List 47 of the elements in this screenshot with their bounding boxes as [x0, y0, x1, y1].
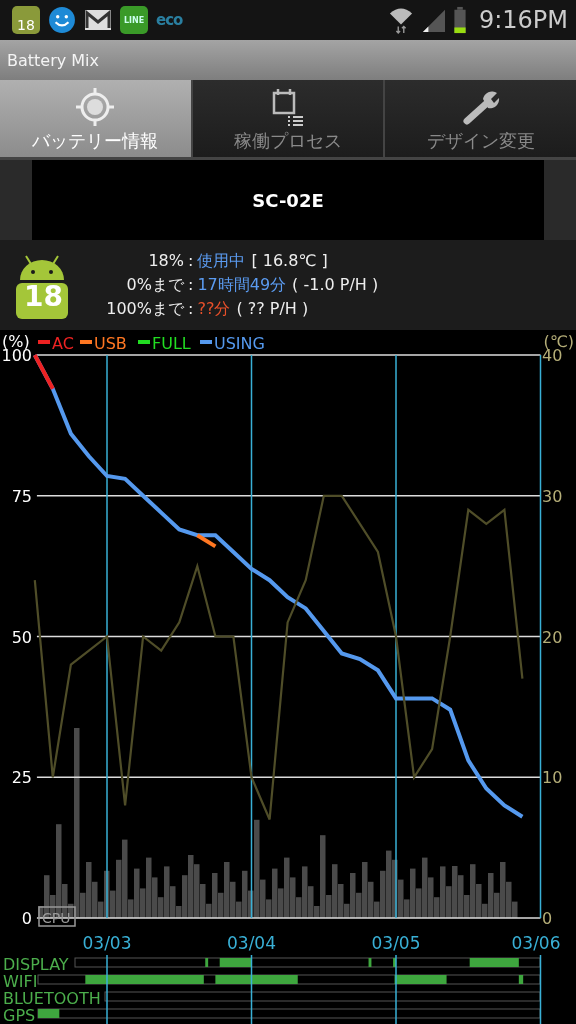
info-value: 使用中	[197, 250, 246, 272]
tab[interactable]: バッテリー情報	[0, 80, 191, 157]
y-tick-label: 0	[21, 909, 32, 928]
window-title: Battery Mix	[7, 50, 100, 70]
info-detail: ( -1.0 P/H )	[292, 274, 379, 294]
crosshair-icon	[75, 87, 116, 127]
y-axis-unit: (℃)	[543, 332, 574, 351]
y-tick-label: 10	[542, 768, 563, 788]
separator: :	[187, 250, 195, 270]
y-tick-label: 25	[11, 768, 32, 788]
legend-label: FULL	[152, 334, 191, 353]
x-tick-label: 03/06	[511, 933, 561, 953]
activity-label: GPS	[3, 1006, 36, 1024]
smiley-icon	[48, 6, 76, 34]
battery-icon	[452, 6, 467, 34]
tab[interactable]: デザイン変更	[385, 80, 576, 157]
info-label: 18%	[147, 250, 184, 270]
info-value: ??分	[197, 298, 231, 320]
y-tick-label: 20	[542, 627, 563, 647]
info-label: 100%まで	[105, 298, 184, 320]
activity-label: WIFI	[3, 972, 38, 991]
calendar-icon: 18	[12, 6, 40, 34]
chat-app-icon: LINE	[120, 6, 148, 34]
separator: :	[187, 298, 195, 318]
x-tick-label: 03/03	[82, 933, 132, 953]
info-detail: ( ?? P/H )	[236, 298, 309, 318]
legend-label: USB	[94, 334, 127, 353]
cpu-label: CPU	[38, 906, 76, 927]
x-tick-label: 03/04	[227, 933, 276, 953]
clock-time: 9:16PM	[478, 6, 568, 34]
eco-icon: eco	[156, 11, 183, 29]
legend-label: AC	[52, 334, 74, 353]
legend-label: USING	[214, 334, 265, 353]
info-detail: [ 16.8℃ ]	[251, 250, 328, 270]
y-tick-label: 75	[11, 486, 32, 506]
y-tick-label: 50	[11, 627, 32, 647]
tab[interactable]: 稼働プロセス	[192, 80, 384, 157]
info-value: 17時間49分	[197, 274, 287, 296]
activity-label: DISPLAY	[3, 955, 69, 974]
separator: :	[187, 274, 195, 294]
wifi-icon	[388, 6, 413, 34]
battery-level-text: 18	[24, 283, 63, 311]
info-label: 0%まで	[125, 274, 184, 296]
y-tick-label: 0	[542, 909, 553, 928]
x-tick-label: 03/05	[371, 933, 421, 953]
activity-label: BLUETOOTH	[3, 989, 101, 1008]
y-tick-label: 30	[542, 486, 563, 506]
